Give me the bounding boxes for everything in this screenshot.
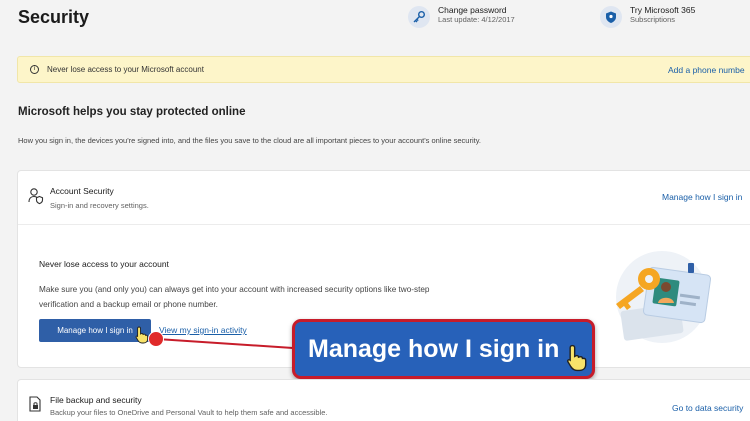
account-security-title: Account Security [50,186,114,196]
add-phone-number-link[interactable]: Add a phone numbe [668,65,745,75]
change-password-subtitle: Last update: 4/12/2017 [438,14,515,24]
callout-pointer-cursor-icon [567,344,587,372]
callout-text: Manage how I sign in [308,334,560,363]
try-microsoft-365-subtitle: Subscriptions [630,14,676,24]
file-backup-card[interactable]: File backup and security Backup your fil… [17,379,750,421]
never-lose-access-title: Never lose access to your account [39,259,169,269]
account-warning-banner: i Never lose access to your Microsoft ac… [17,56,750,83]
file-backup-title: File backup and security [50,395,142,405]
never-lose-access-text: Make sure you (and only you) can always … [39,285,430,309]
manage-sign-in-header-link[interactable]: Manage how I sign in [662,192,742,202]
page-title: Security [18,7,90,27]
banner-text: Never lose access to your Microsoft acco… [47,65,204,74]
shield-icon [600,6,622,28]
pointer-cursor-icon [135,326,149,344]
account-security-subtitle: Sign-in and recovery settings. [50,201,149,210]
account-security-header[interactable]: Account Security Sign-in and recovery se… [18,171,750,225]
manage-sign-in-callout: Manage how I sign in [292,319,595,379]
key-icon [408,6,430,28]
go-to-data-security-link[interactable]: Go to data security [672,403,743,413]
section-description: How you sign in, the devices you're sign… [18,136,481,145]
security-illustration [616,251,712,343]
file-backup-subtitle: Backup your files to OneDrive and Person… [50,408,328,417]
view-sign-in-activity-link[interactable]: View my sign-in activity [159,325,247,335]
file-lock-icon [28,396,42,417]
person-shield-icon [28,187,44,210]
change-password-action[interactable]: Change password Last update: 4/12/2017 [408,5,515,28]
info-icon: i [30,65,39,74]
section-heading: Microsoft helps you stay protected onlin… [18,106,246,118]
try-microsoft-365-action[interactable]: Try Microsoft 365 Subscriptions [600,5,695,28]
